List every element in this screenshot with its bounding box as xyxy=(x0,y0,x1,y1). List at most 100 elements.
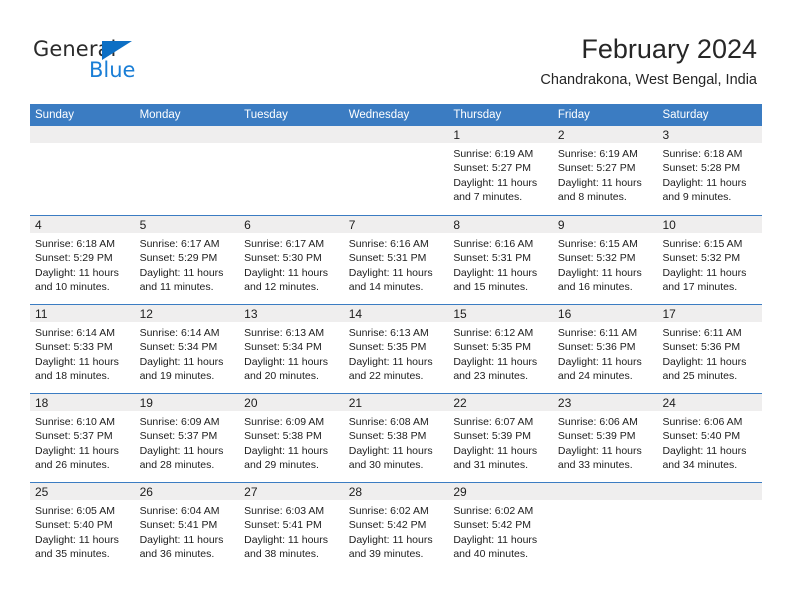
day-cell[interactable]: 22 Sunrise: 6:07 AM Sunset: 5:39 PM Dayligh… xyxy=(448,394,553,482)
day-cell[interactable]: 18 Sunrise: 6:10 AM Sunset: 5:37 PM Dayligh… xyxy=(30,394,135,482)
day-cell[interactable]: 26 Sunrise: 6:04 AM Sunset: 5:41 PM Dayligh… xyxy=(134,483,240,571)
sunset-text: Sunset: 5:34 PM xyxy=(244,341,322,354)
sunrise-text: Sunrise: 6:18 AM xyxy=(662,148,743,160)
day-number-band: 7 xyxy=(343,216,449,233)
day-details: Sunrise: 6:16 AM Sunset: 5:31 PM Daylight:… xyxy=(344,233,449,294)
day-cell[interactable]: 2 Sunrise: 6:19 AM Sunset: 5:27 PM Daylight… xyxy=(552,126,658,215)
day-number-band: 5 xyxy=(134,216,240,233)
sunset-text: Sunset: 5:29 PM xyxy=(139,252,218,265)
day-cell[interactable]: 12 Sunrise: 6:14 AM Sunset: 5:34 PM Dayligh… xyxy=(134,305,240,393)
sunset-text: Sunset: 5:38 PM xyxy=(244,430,322,443)
day-number: 6 xyxy=(244,218,251,232)
calendar-grid: Sunday Monday Tuesday Wednesday Thursday Frid… xyxy=(30,104,763,571)
daylight-text-cont: and 25 minutes. xyxy=(662,369,738,382)
daylight-text-cont: and 10 minutes. xyxy=(35,280,110,293)
day-details: Sunrise: 6:15 AM Sunset: 5:32 PM Daylight:… xyxy=(657,233,762,294)
day-cell[interactable]: 1 Sunrise: 6:19 AM Sunset: 5:27 PM Daylight… xyxy=(448,126,553,215)
day-cell[interactable]: 10 Sunrise: 6:15 AM Sunset: 5:32 PM Dayligh… xyxy=(657,216,763,304)
sunrise-text: Sunrise: 6:08 AM xyxy=(348,416,429,428)
day-details: Sunrise: 6:11 AM Sunset: 5:36 PM Daylight:… xyxy=(553,322,658,383)
weekday-header-tuesday: Tuesday xyxy=(244,109,288,121)
day-number-band: 18 xyxy=(30,394,135,411)
day-number: 11 xyxy=(35,307,48,321)
day-number: 21 xyxy=(348,396,363,410)
day-cell[interactable]: 6 Sunrise: 6:17 AM Sunset: 5:30 PM Daylight… xyxy=(239,216,344,304)
day-cell[interactable]: 23 Sunrise: 6:06 AM Sunset: 5:39 PM Dayligh… xyxy=(552,394,658,482)
sunrise-text: Sunrise: 6:17 AM xyxy=(244,238,325,250)
day-cell[interactable]: 5 Sunrise: 6:17 AM Sunset: 5:29 PM Daylight… xyxy=(134,216,240,304)
sunrise-text: Sunrise: 6:02 AM xyxy=(453,505,534,517)
day-number-band xyxy=(134,126,240,143)
daylight-text: Daylight: 11 hours xyxy=(139,444,224,457)
day-cell[interactable]: 8 Sunrise: 6:16 AM Sunset: 5:31 PM Daylight… xyxy=(448,216,553,304)
day-number: 2 xyxy=(557,128,565,142)
day-cell-empty xyxy=(134,126,240,215)
sunset-text: Sunset: 5:33 PM xyxy=(35,341,113,354)
weekday-header-saturday: Saturday xyxy=(662,109,709,121)
day-cell[interactable]: 25 Sunrise: 6:05 AM Sunset: 5:40 PM Dayligh… xyxy=(30,483,135,571)
title-block: February 2024 Chandrakona, West Bengal, … xyxy=(540,34,757,90)
day-cell[interactable]: 14 Sunrise: 6:13 AM Sunset: 5:35 PM Dayligh… xyxy=(343,305,449,393)
day-cell[interactable]: 21 Sunrise: 6:08 AM Sunset: 5:38 PM Dayligh… xyxy=(343,394,449,482)
day-cell[interactable]: 19 Sunrise: 6:09 AM Sunset: 5:37 PM Dayligh… xyxy=(134,394,240,482)
sunset-text: Sunset: 5:42 PM xyxy=(453,519,531,532)
daylight-text-cont: and 15 minutes. xyxy=(453,280,529,293)
day-cell[interactable]: 13 Sunrise: 6:13 AM Sunset: 5:34 PM Dayligh… xyxy=(239,305,344,393)
day-cell[interactable]: 7 Sunrise: 6:16 AM Sunset: 5:31 PM Daylight… xyxy=(343,216,449,304)
sunset-text: Sunset: 5:41 PM xyxy=(139,519,218,532)
day-number-band: 14 xyxy=(343,305,449,322)
brand-logo[interactable]: General Blue xyxy=(33,38,183,84)
page-subtitle: Chandrakona, West Bengal, India xyxy=(540,72,757,88)
sunrise-text: Sunrise: 6:19 AM xyxy=(453,148,534,160)
day-details xyxy=(135,143,240,147)
day-cell[interactable]: 29 Sunrise: 6:02 AM Sunset: 5:42 PM Dayligh… xyxy=(448,483,553,571)
daylight-text-cont: and 19 minutes. xyxy=(139,369,215,382)
day-cell[interactable]: 3 Sunrise: 6:18 AM Sunset: 5:28 PM Daylight… xyxy=(657,126,763,215)
day-cell[interactable]: 16 Sunrise: 6:11 AM Sunset: 5:36 PM Dayligh… xyxy=(552,305,658,393)
sunset-text: Sunset: 5:40 PM xyxy=(662,430,741,443)
day-details: Sunrise: 6:06 AM Sunset: 5:39 PM Daylight:… xyxy=(553,411,658,472)
sunrise-text: Sunrise: 6:16 AM xyxy=(453,238,534,250)
day-details: Sunrise: 6:14 AM Sunset: 5:34 PM Daylight:… xyxy=(135,322,240,383)
day-cell[interactable]: 20 Sunrise: 6:09 AM Sunset: 5:38 PM Dayligh… xyxy=(239,394,344,482)
day-details: Sunrise: 6:09 AM Sunset: 5:37 PM Daylight:… xyxy=(135,411,240,472)
day-cell[interactable]: 28 Sunrise: 6:02 AM Sunset: 5:42 PM Dayligh… xyxy=(343,483,449,571)
sunrise-text: Sunrise: 6:09 AM xyxy=(244,416,325,428)
day-cell[interactable]: 24 Sunrise: 6:06 AM Sunset: 5:40 PM Dayligh… xyxy=(657,394,763,482)
day-details xyxy=(553,500,658,504)
sunset-text: Sunset: 5:37 PM xyxy=(139,430,218,443)
sunrise-text: Sunrise: 6:11 AM xyxy=(557,327,638,339)
day-number: 10 xyxy=(662,218,676,232)
day-details: Sunrise: 6:02 AM Sunset: 5:42 PM Daylight:… xyxy=(448,500,553,561)
weekday-header-row: Sunday Monday Tuesday Wednesday Thursday Frid… xyxy=(30,104,762,126)
day-number-band xyxy=(343,126,449,143)
day-details: Sunrise: 6:13 AM Sunset: 5:35 PM Daylight:… xyxy=(344,322,449,383)
day-number-band: 21 xyxy=(343,394,449,411)
day-cell[interactable]: 17 Sunrise: 6:11 AM Sunset: 5:36 PM Dayligh… xyxy=(657,305,763,393)
sunrise-text: Sunrise: 6:19 AM xyxy=(557,148,638,160)
day-number: 19 xyxy=(139,396,153,410)
daylight-text: Daylight: 11 hours xyxy=(348,444,433,457)
week-row: 1 Sunrise: 6:19 AM Sunset: 5:27 PM Daylight… xyxy=(30,126,763,215)
day-number: 28 xyxy=(348,485,363,499)
day-number: 14 xyxy=(348,307,363,321)
day-cell[interactable]: 11 Sunrise: 6:14 AM Sunset: 5:33 PM Dayligh… xyxy=(30,305,135,393)
day-cell[interactable]: 27 Sunrise: 6:03 AM Sunset: 5:41 PM Dayligh… xyxy=(239,483,344,571)
day-number: 18 xyxy=(35,396,49,410)
sunrise-text: Sunrise: 6:18 AM xyxy=(35,238,115,250)
day-number: 24 xyxy=(662,396,676,410)
calendar-page: General Blue February 2024 Chandrakona, … xyxy=(0,0,792,612)
day-cell[interactable]: 4 Sunrise: 6:18 AM Sunset: 5:29 PM Daylight… xyxy=(30,216,135,304)
daylight-text: Daylight: 11 hours xyxy=(662,444,747,457)
day-details: Sunrise: 6:19 AM Sunset: 5:27 PM Daylight:… xyxy=(553,143,658,204)
daylight-text-cont: and 36 minutes. xyxy=(139,547,215,560)
day-details: Sunrise: 6:16 AM Sunset: 5:31 PM Daylight:… xyxy=(448,233,553,294)
daylight-text-cont: and 34 minutes. xyxy=(662,458,738,471)
day-cell[interactable]: 9 Sunrise: 6:15 AM Sunset: 5:32 PM Daylight… xyxy=(552,216,658,304)
daylight-text: Daylight: 11 hours xyxy=(244,355,329,368)
day-details: Sunrise: 6:09 AM Sunset: 5:38 PM Daylight:… xyxy=(239,411,344,472)
day-number: 5 xyxy=(139,218,147,232)
day-cell[interactable]: 15 Sunrise: 6:12 AM Sunset: 5:35 PM Dayligh… xyxy=(448,305,553,393)
daylight-text-cont: and 40 minutes. xyxy=(453,547,529,560)
daylight-text: Daylight: 11 hours xyxy=(453,533,538,546)
